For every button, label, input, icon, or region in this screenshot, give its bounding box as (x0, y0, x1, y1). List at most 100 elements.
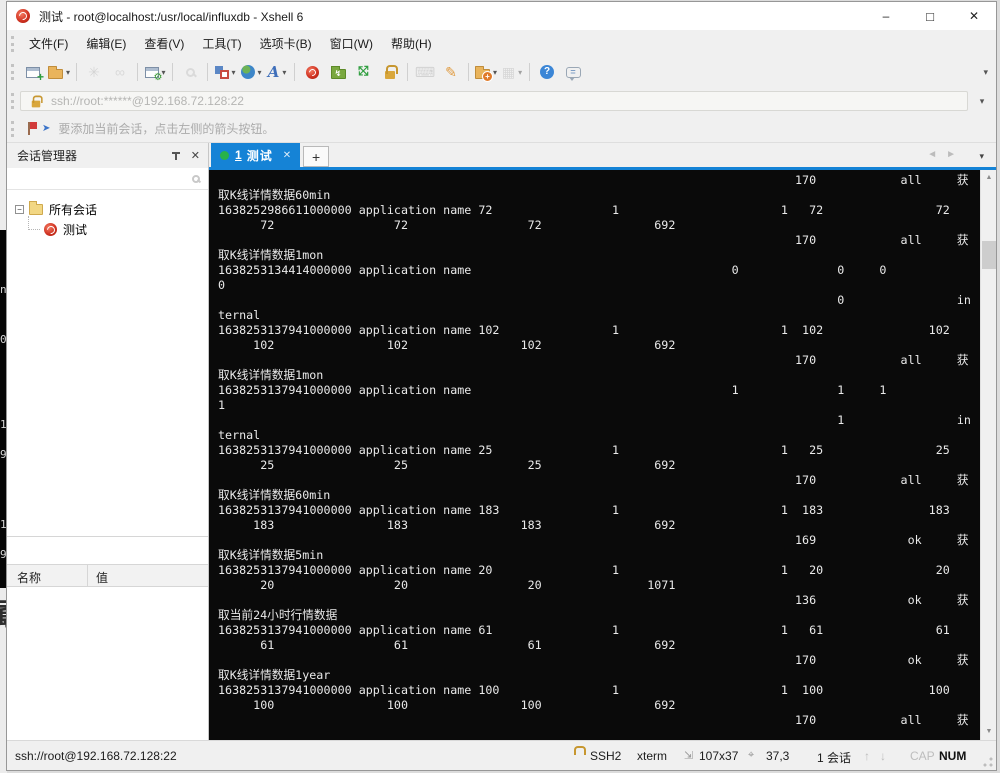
compose-bar-icon (214, 65, 229, 79)
session-panel-header: 会话管理器 ✕ (7, 143, 208, 168)
cursor-position-icon: ⌖ (748, 749, 755, 761)
feedback-button[interactable]: = (562, 60, 584, 84)
xshell-logo-icon (16, 9, 30, 23)
scrollbar-up-icon[interactable]: ▲ (981, 170, 996, 186)
tree-item-test-session[interactable]: 测试 (7, 216, 208, 239)
session-search-box[interactable] (7, 168, 208, 190)
tab-scroll-right-icon[interactable]: ► (946, 149, 956, 160)
status-terminal-type: xterm (637, 749, 667, 763)
encoding-globe-button[interactable]: ▾ (240, 60, 262, 84)
new-xshell-session-icon (305, 65, 319, 79)
toolbar-separator (294, 63, 296, 81)
highlight-pen-button[interactable]: ✎ (440, 60, 462, 84)
pin-icon[interactable] (171, 150, 181, 162)
session-search-input[interactable] (15, 170, 192, 187)
address-bar[interactable]: ssh://root:******@192.168.72.128:22 (20, 91, 968, 111)
reconnect-icon: ∞ (115, 64, 125, 80)
scrollbar-thumb[interactable] (982, 241, 996, 269)
session-properties-icon (144, 66, 163, 83)
properties-header: 名称 值 (7, 564, 208, 587)
session-properties-button[interactable]: ▾ (144, 60, 166, 84)
session-down-icon[interactable]: ↓ (880, 749, 886, 763)
address-dropdown-button[interactable]: ▾ (972, 96, 992, 107)
lock-screen-button[interactable] (379, 60, 401, 84)
scrollbar-down-icon[interactable]: ▼ (981, 724, 996, 740)
reconnect-button[interactable]: ∞ (109, 60, 131, 84)
address-input[interactable]: ssh://root:******@192.168.72.128:22 (51, 94, 244, 108)
panel-title: 会话管理器 (17, 149, 78, 163)
toolbar-overflow-caret-icon[interactable]: ▾ (983, 67, 988, 78)
properties-body (7, 587, 208, 740)
maximize-button[interactable]: □ (908, 2, 952, 30)
new-session-button[interactable] (22, 60, 44, 84)
tile-windows-button[interactable]: ▦ ▾ (501, 60, 523, 84)
terminal-screen[interactable]: 170 all 获 取K线详情数据60min 16382529866110000… (209, 170, 996, 740)
menu-item-help[interactable]: 帮助(H) (382, 31, 441, 56)
menu-item-tools[interactable]: 工具(T) (193, 31, 250, 56)
menu-bar: 文件(F) 编辑(E) 查看(V) 工具(T) 选项卡(B) 窗口(W) 帮助(… (7, 30, 996, 57)
terminal-output: 170 all 获 取K线详情数据60min 16382529866110000… (218, 173, 971, 727)
tree-item-label: 所有会话 (49, 202, 98, 217)
menu-item-view[interactable]: 查看(V) (135, 31, 193, 56)
drag-grip (11, 64, 14, 80)
tab-close-icon[interactable]: ✕ (283, 150, 291, 161)
lock-screen-icon (385, 64, 399, 79)
lock-icon (31, 94, 43, 107)
virtual-keyboard-button[interactable]: ⌨ (414, 60, 436, 84)
xshell-session-icon (44, 222, 57, 236)
find-button[interactable] (179, 60, 201, 84)
menu-item-edit[interactable]: 编辑(E) (77, 31, 135, 56)
minimize-button[interactable]: – (864, 2, 908, 30)
new-tab-button[interactable]: + (303, 146, 330, 167)
toolbar-separator (207, 63, 209, 81)
screen: { "window": { "title": "测试 - root@localh… (0, 0, 1000, 773)
tab-scroll-left-icon[interactable]: ◄ (927, 149, 937, 160)
tab-list-dropdown-icon[interactable]: ▾ (979, 151, 984, 162)
fullscreen-icon (357, 64, 371, 79)
tab-scroll-controls: ◄ ► (918, 149, 956, 160)
close-button[interactable]: ✕ (952, 2, 996, 30)
new-file-transfer-button[interactable]: ▾ (475, 60, 497, 84)
new-file-transfer-icon (475, 65, 494, 82)
disconnect-button[interactable]: ✳ (83, 60, 105, 84)
toolbar-separator (407, 63, 409, 81)
status-caps-indicator: CAP (910, 749, 935, 763)
toolbar-separator (468, 63, 470, 81)
terminal-tab-active[interactable]: 1 测试 ✕ (211, 143, 301, 167)
terminal-scrollbar[interactable]: ▲ ▼ (980, 170, 996, 740)
properties-name-column: 名称 (17, 571, 42, 585)
tree-elbow-line (28, 216, 40, 230)
fullscreen-button[interactable] (353, 60, 375, 84)
toolbar-separator (529, 63, 531, 81)
new-xshell-session-button[interactable] (301, 60, 323, 84)
menu-item-window[interactable]: 窗口(W) (321, 31, 382, 56)
drag-grip (11, 120, 14, 137)
open-folder-button[interactable]: ▾ (48, 60, 70, 84)
dropdown-caret-icon: ▾ (66, 67, 71, 77)
menu-item-file[interactable]: 文件(F) (20, 31, 77, 56)
launch-xftp-button[interactable] (327, 60, 349, 84)
status-cursor-position: 37,3 (766, 749, 790, 763)
resize-grip[interactable] (983, 757, 993, 767)
highlight-pen-icon: ✎ (445, 64, 457, 80)
compose-bar-button[interactable]: ▾ (214, 60, 236, 84)
font-button[interactable]: A ▾ (266, 60, 288, 84)
toolbar-separator (172, 63, 174, 81)
session-manager-panel: 会话管理器 ✕ − 所有会话 测试 名称 值 (7, 143, 209, 740)
status-session-count: 1 会话 (817, 751, 852, 765)
dropdown-caret-icon: ▾ (493, 67, 498, 77)
help-button[interactable]: ? (536, 60, 558, 84)
panel-close-icon[interactable]: ✕ (191, 149, 200, 162)
info-bar: ➤ 要添加当前会话，点击左侧的箭头按钮。 (7, 115, 996, 143)
open-folder-icon (48, 65, 63, 79)
drag-grip (11, 35, 14, 52)
tree-item-label: 测试 (63, 222, 88, 237)
drag-grip (11, 93, 14, 109)
main-area: 会话管理器 ✕ − 所有会话 测试 名称 值 1 测试 ✕ + ◄ ► ▾ 17… (7, 143, 996, 740)
menu-item-tabs[interactable]: 选项卡(B) (251, 31, 321, 56)
session-up-icon[interactable]: ↑ (864, 749, 870, 763)
tree-expander-icon[interactable]: − (15, 204, 24, 214)
disconnect-icon: ✳ (88, 64, 100, 80)
toolbar-separator (137, 63, 139, 81)
launch-xftp-icon (330, 65, 346, 79)
